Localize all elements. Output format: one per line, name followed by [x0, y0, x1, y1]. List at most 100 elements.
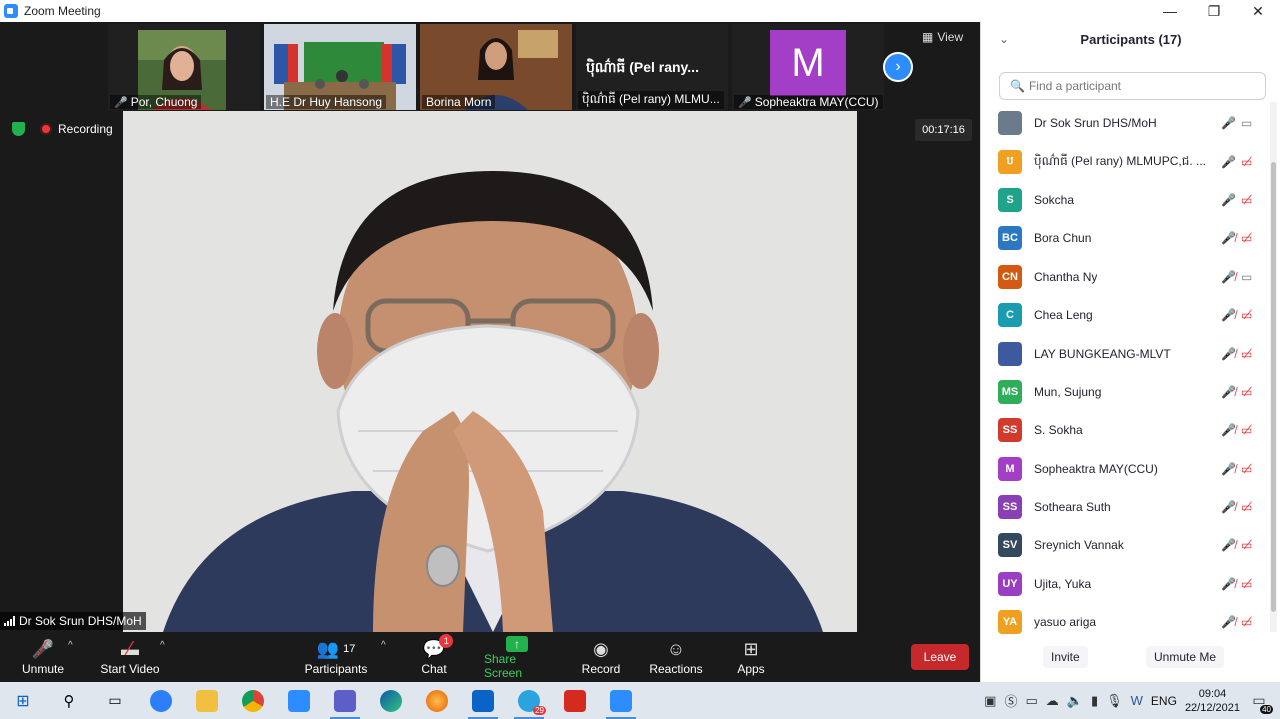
unmute-me-button[interactable]: Unmute Me [1146, 646, 1225, 668]
grid-icon: ▦ [922, 30, 934, 44]
reactions-button[interactable]: ☺ Reactions [649, 636, 702, 680]
share-screen-button[interactable]: ↑ Share Screen [484, 636, 550, 680]
taskbar-app-telegram[interactable]: 29 [506, 682, 552, 719]
thumbnail-pel-rany[interactable]: ប៉ិណ៌ាធី (Pel rany... ប៉ិណ៌ាធី (Pel rany… [576, 24, 728, 110]
taskbar-app-messenger[interactable] [138, 682, 184, 719]
restore-button[interactable]: ❐ [1192, 0, 1236, 22]
participant-row[interactable]: ប ប៉ិណ៌ាធី (Pel rany) MLMUPC,ជ. ... 🎤 ▭̸ [981, 142, 1271, 180]
participant-row[interactable]: Dr Sok Srun DHS/MoH 🎤 ▭ [981, 104, 1271, 142]
participant-row[interactable]: MS Mun, Sujung 🎤̸ ▭̸ [981, 373, 1271, 411]
participants-button[interactable]: 👥 17 Participants [304, 636, 368, 680]
participant-row[interactable]: SS S. Sokha 🎤̸ ▭̸ [981, 411, 1271, 449]
recording-indicator[interactable]: Recording [40, 122, 113, 136]
thumbnail-name: Borina Morn [426, 95, 492, 109]
leave-button[interactable]: Leave [911, 644, 969, 670]
tray-app-icon[interactable]: ▣ [984, 693, 996, 709]
taskbar-app-outlook[interactable] [460, 682, 506, 719]
start-video-button[interactable]: ▬ ⁄ Start Video [100, 636, 160, 680]
participant-row[interactable]: CN Chantha Ny 🎤̸ ▭ [981, 258, 1271, 296]
mic-muted-icon: 🎤̸ [1221, 231, 1236, 246]
taskbar-app-teams[interactable] [322, 682, 368, 719]
onedrive-icon[interactable]: ☁ [1046, 693, 1059, 709]
battery-icon[interactable]: ▮ [1091, 693, 1098, 709]
display-icon[interactable]: ▭ [1025, 693, 1037, 709]
clock-time: 09:04 [1198, 687, 1227, 700]
telegram-badge: 29 [533, 706, 546, 715]
chrome-icon [242, 689, 264, 712]
windows-icon: ⊞ [16, 692, 30, 710]
video-icon: ▭ [1241, 116, 1253, 131]
chevron-down-icon[interactable]: ⌄ [999, 32, 1009, 46]
close-button[interactable]: ✕ [1236, 0, 1280, 22]
participant-row[interactable]: S Sokcha 🎤 ▭̸ [981, 181, 1271, 219]
thumbnail-big-name: ប៉ិណ៌ាធី (Pel rany... [586, 59, 699, 75]
video-options-caret[interactable]: ^ [160, 640, 165, 651]
thumbnail-sopheaktra[interactable]: M 🎤 Sopheaktra MAY(CCU) [732, 24, 884, 110]
taskbar-app-explorer[interactable] [184, 682, 230, 719]
participant-row[interactable]: SS Sotheara Suth 🎤̸ ▭̸ [981, 488, 1271, 526]
participant-scrollbar[interactable] [1270, 102, 1277, 632]
language-indicator[interactable]: ENG [1151, 694, 1177, 708]
thumbnail-borina-morn[interactable]: Borina Morn [420, 24, 572, 110]
taskbar-app-zoom[interactable] [276, 682, 322, 719]
avatar: S [998, 187, 1022, 212]
participant-row[interactable]: UY Ujita, Yuka 🎤̸ ▭̸ [981, 565, 1271, 603]
search-button[interactable]: ⚲ [46, 682, 92, 719]
participant-list: Dr Sok Srun DHS/MoH 🎤 ▭ ប ប៉ិណ៌ាធី (Pel rany… [981, 104, 1271, 634]
mic-muted-icon: 🎤̸ [1221, 615, 1236, 630]
participant-row[interactable]: SV Sreynich Vannak 🎤̸ ▭̸ [981, 526, 1271, 564]
record-button[interactable]: ◉ Record [582, 636, 621, 680]
thumbnail-name: Por, Chuong [130, 95, 198, 109]
taskbar-app-chrome[interactable] [230, 682, 276, 719]
participant-name: Mun, Sujung [1034, 384, 1102, 399]
mic-muted-icon: 🎤̸ [1221, 346, 1236, 361]
invite-button[interactable]: Invite [1043, 646, 1088, 668]
notification-center-button[interactable]: ▭ 40 [1248, 690, 1273, 714]
taskbar-app-firefox[interactable] [414, 682, 460, 719]
apps-button[interactable]: ⊞ Apps [736, 636, 766, 680]
participant-row[interactable]: BC Bora Chun 🎤̸ ▭̸ [981, 219, 1271, 257]
shield-icon[interactable] [12, 122, 25, 136]
clock[interactable]: 09:04 22/12/2021 [1185, 687, 1240, 715]
participant-row[interactable]: M Sopheaktra MAY(CCU) 🎤̸ ▭̸ [981, 450, 1271, 488]
participant-row[interactable]: YA yasuo ariga 🎤̸ ▭̸ [981, 603, 1271, 634]
thumbnail-por-chuong[interactable]: 🎤 Por, Chuong [108, 24, 260, 110]
start-button[interactable]: ⊞ [0, 682, 46, 719]
participant-row[interactable]: C Chea Leng 🎤̸ ▭̸ [981, 296, 1271, 334]
task-view-button[interactable]: ▭ [92, 682, 138, 719]
panel-footer: Invite Unmute Me [981, 646, 1280, 668]
participant-search[interactable]: 🔍 Find a participant [999, 72, 1266, 100]
thumbnail-huy-hansong[interactable]: H.E Dr Huy Hansong [264, 24, 416, 110]
participants-options-caret[interactable]: ^ [381, 640, 386, 651]
speaker-muted-icon[interactable]: 🔈 [1067, 693, 1083, 709]
unmute-button[interactable]: 🎤 ⁄ Unmute [22, 636, 64, 680]
scrollbar-thumb[interactable] [1271, 162, 1276, 612]
video-area: 🎤 Por, Chuong H.E Dr Huy Hansong Borina … [0, 22, 980, 632]
minimize-button[interactable]: — [1148, 0, 1192, 22]
signal-strength-icon [4, 616, 15, 626]
active-speaker-label: Dr Sok Srun DHS/MoH [0, 612, 146, 630]
next-page-button[interactable]: › [883, 52, 913, 82]
audio-options-caret[interactable]: ^ [68, 640, 73, 651]
active-speaker-name: Dr Sok Srun DHS/MoH [19, 614, 142, 628]
avatar: M [770, 30, 846, 96]
chat-button[interactable]: 💬 1 Chat [420, 634, 454, 680]
word-icon[interactable]: W [1131, 693, 1143, 708]
apps-label: Apps [737, 662, 765, 676]
view-button[interactable]: ▦ View [922, 30, 963, 44]
avatar: SS [998, 495, 1022, 520]
participants-label: Participants [304, 662, 368, 676]
microphone-icon[interactable]: 🎙 [1106, 693, 1123, 709]
thumbnail-caption: 🎤 Por, Chuong [110, 95, 202, 109]
avatar: UY [998, 571, 1022, 596]
active-speaker-video [123, 111, 857, 632]
skype-icon[interactable]: Ⓢ [1004, 691, 1017, 710]
folder-icon [196, 689, 218, 712]
taskbar-app-zoom-meeting[interactable] [598, 682, 644, 719]
taskbar-app-acrobat[interactable] [552, 682, 598, 719]
mic-muted-icon: 🎤̸ [1221, 308, 1236, 323]
participant-row[interactable]: LAY BUNGKEANG-MLVT 🎤̸ ▭̸ [981, 334, 1271, 372]
mic-icon: 🎤 [1221, 192, 1236, 207]
emoji-icon: ☺ [666, 638, 686, 659]
taskbar-app-edge[interactable] [368, 682, 414, 719]
